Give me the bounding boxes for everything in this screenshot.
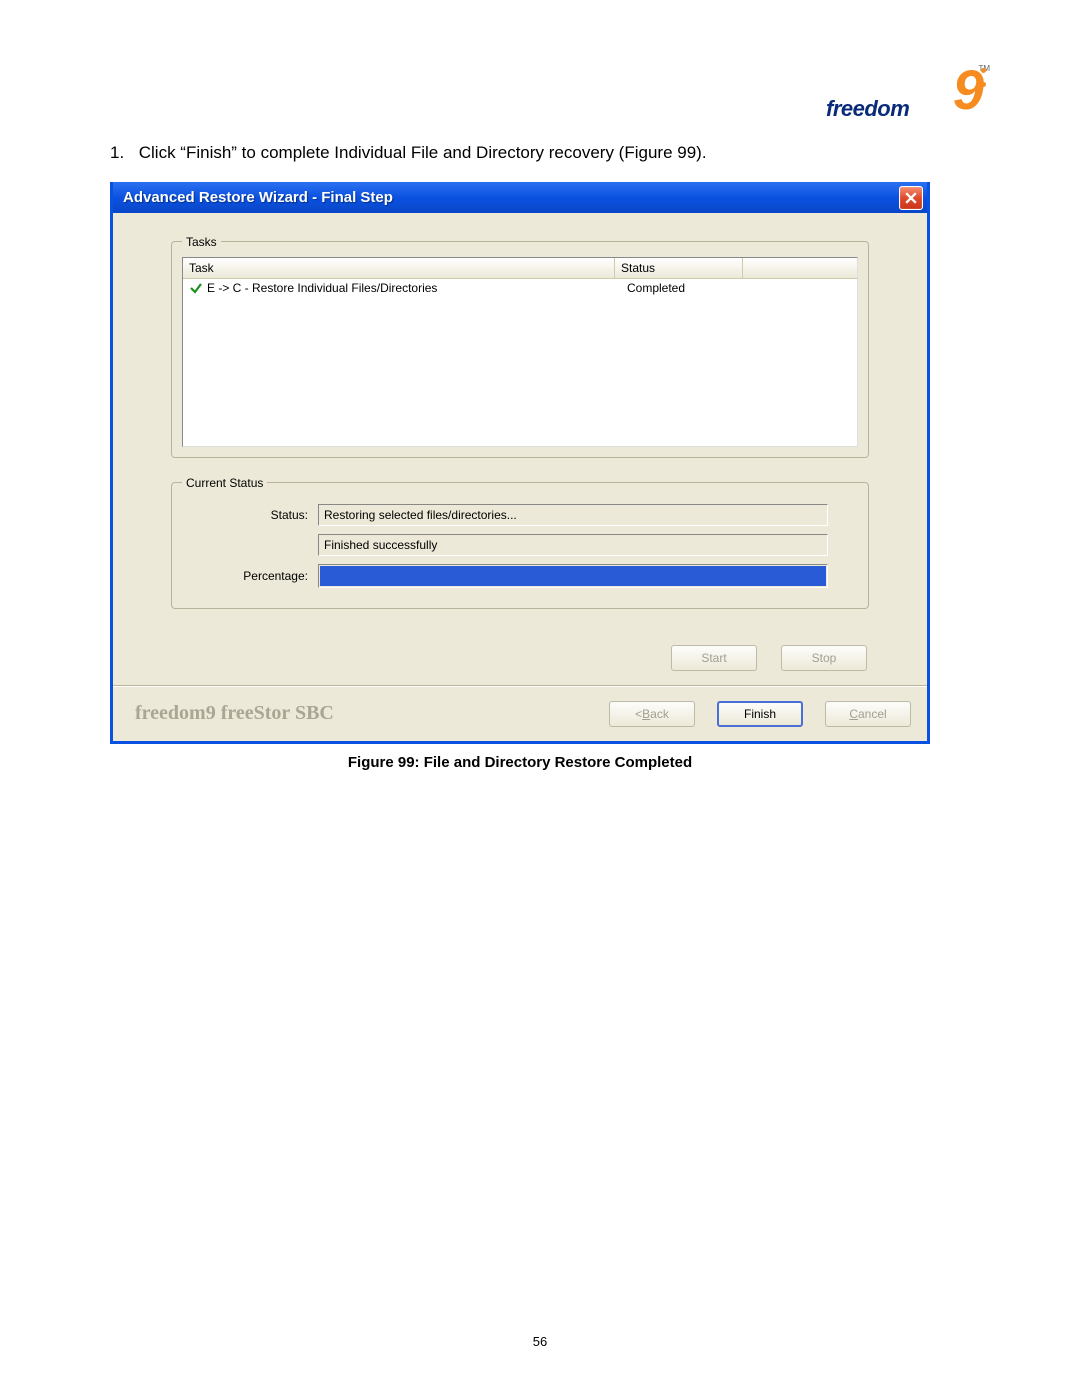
instruction-line: 1. Click “Finish” to complete Individual… <box>110 140 990 166</box>
titlebar[interactable]: Advanced Restore Wizard - Final Step <box>113 182 927 213</box>
window-title: Advanced Restore Wizard - Final Step <box>123 189 899 206</box>
task-text: E -> C - Restore Individual Files/Direct… <box>207 281 437 295</box>
table-row[interactable]: E -> C - Restore Individual Files/Direct… <box>183 279 857 297</box>
product-brand-text: freedom9 freeStor SBC <box>135 702 609 725</box>
close-button[interactable] <box>899 186 923 210</box>
progress-bar <box>318 564 828 588</box>
tasks-group: Tasks Task Status E -> C - Restore Indiv… <box>171 235 869 458</box>
check-icon <box>189 281 203 295</box>
progress-fill <box>320 566 826 586</box>
current-status-group: Current Status Status: Restoring selecte… <box>171 476 869 609</box>
brand-logo: TM 9 freedom <box>830 62 980 132</box>
start-button: Start <box>671 645 757 671</box>
close-icon <box>905 192 917 204</box>
figure-caption: Figure 99: File and Directory Restore Co… <box>110 754 930 771</box>
column-header-status[interactable]: Status <box>615 258 743 278</box>
status-line-1: Restoring selected files/directories... <box>318 504 828 526</box>
current-status-legend: Current Status <box>182 476 267 490</box>
task-status: Completed <box>621 281 749 295</box>
finish-button[interactable]: Finish <box>717 701 803 727</box>
column-header-task[interactable]: Task <box>183 258 615 278</box>
wizard-window: Advanced Restore Wizard - Final Step Tas… <box>110 182 930 744</box>
instruction-number: 1. <box>110 140 134 166</box>
instruction-text: Click “Finish” to complete Individual Fi… <box>139 143 707 162</box>
tasks-listview[interactable]: Task Status E -> C - Restore Individual … <box>182 257 858 447</box>
stop-button: Stop <box>781 645 867 671</box>
status-label: Status: <box>188 508 318 522</box>
back-button: < Back <box>609 701 695 727</box>
page-number: 56 <box>0 1334 1080 1349</box>
cancel-button: Cancel <box>825 701 911 727</box>
status-line-2: Finished successfully <box>318 534 828 556</box>
column-header-extra[interactable] <box>743 258 857 278</box>
percentage-label: Percentage: <box>188 569 318 583</box>
tasks-legend: Tasks <box>182 235 221 249</box>
logo-dots-icon <box>972 66 986 89</box>
logo-text: freedom <box>826 96 909 122</box>
tasks-header-row: Task Status <box>183 258 857 279</box>
